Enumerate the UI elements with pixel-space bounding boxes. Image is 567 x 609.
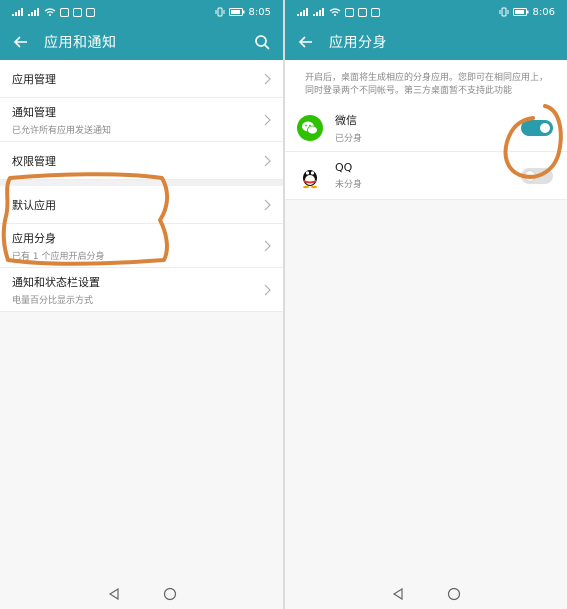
triangle-back-icon	[392, 587, 403, 601]
status-icons-right: 8:06	[499, 7, 555, 18]
app-bar: 应用和通知	[0, 24, 283, 60]
app-twin-state: 未分身	[335, 180, 363, 190]
item-title: 默认应用	[12, 198, 56, 212]
page-title: 应用和通知	[44, 35, 117, 51]
item-title: 通知管理	[12, 105, 56, 119]
item-title: 通知和状态栏设置	[12, 275, 100, 289]
app-twin-item-qq[interactable]: QQ 未分身	[285, 152, 567, 200]
back-button[interactable]	[295, 31, 317, 53]
app-text: QQ 未分身	[335, 161, 362, 190]
circle-home-icon	[447, 587, 461, 601]
chevron-right-icon	[264, 240, 271, 251]
page-title: 应用分身	[329, 35, 387, 51]
item-subtitle: 已有 1 个应用开启分身	[12, 251, 105, 262]
nav-home-button[interactable]	[446, 586, 462, 602]
status-icons-left	[297, 7, 380, 17]
settings-item-app-twin[interactable]: 应用分身 已有 1 个应用开启分身	[0, 224, 283, 268]
back-arrow-icon	[13, 36, 27, 48]
notification-app-icon	[358, 7, 367, 17]
nav-home-button[interactable]	[162, 586, 178, 602]
chevron-right-icon	[264, 155, 271, 166]
app-text: 微信 已分身	[335, 112, 362, 144]
app-name: 微信	[335, 113, 357, 127]
triangle-back-icon	[108, 587, 119, 601]
nav-back-button[interactable]	[106, 586, 122, 602]
toggle-knob	[540, 122, 550, 133]
navigation-bar	[0, 579, 283, 609]
item-title: 应用管理	[12, 72, 56, 86]
app-twin-item-wechat[interactable]: 微信 已分身	[285, 104, 567, 152]
toggle-knob	[524, 169, 536, 182]
search-button[interactable]	[251, 31, 273, 53]
status-time: 8:06	[532, 6, 555, 18]
back-arrow-icon	[298, 36, 312, 48]
vibrate-icon	[499, 7, 509, 17]
wechat-icon	[297, 114, 323, 141]
settings-item-app-management[interactable]: 应用管理	[0, 60, 283, 98]
vibrate-icon	[215, 7, 225, 17]
signal-icon	[12, 8, 23, 16]
notification-app-icon	[86, 7, 95, 17]
settings-item-default-apps[interactable]: 默认应用	[0, 186, 283, 224]
wifi-icon	[329, 8, 341, 16]
item-subtitle: 电量百分比显示方式	[12, 295, 94, 306]
signal-icon	[28, 8, 39, 16]
qq-twin-toggle[interactable]	[521, 167, 553, 184]
chevron-right-icon	[264, 73, 271, 84]
nav-back-button[interactable]	[390, 586, 406, 602]
app-name: QQ	[335, 161, 353, 174]
notification-app-icon	[60, 7, 69, 17]
settings-item-notification-management[interactable]: 通知管理 已允许所有应用发送通知	[0, 98, 283, 142]
navigation-bar	[285, 579, 567, 609]
item-subtitle: 已允许所有应用发送通知	[12, 125, 112, 136]
back-button[interactable]	[10, 31, 32, 53]
notification-app-icon	[73, 7, 82, 17]
battery-icon	[228, 8, 245, 16]
wechat-twin-toggle[interactable]	[521, 119, 553, 136]
app-twin-state: 已分身	[335, 133, 363, 144]
status-icons-right: 8:05	[215, 7, 271, 18]
settings-list: 应用管理 通知管理 已允许所有应用发送通知 权限管理 默认应用 应用分身 已有 …	[0, 60, 283, 312]
search-icon	[255, 35, 270, 50]
notification-app-icon	[345, 7, 354, 17]
app-twin-screen: 8:06 应用分身 开启后，桌面将生成相应的分身应用。您即可在相同应用上，同时登…	[285, 0, 567, 609]
battery-icon	[512, 8, 529, 16]
wifi-icon	[44, 8, 56, 16]
notification-app-icon	[371, 7, 380, 17]
app-bar: 应用分身	[285, 24, 567, 60]
status-time: 8:05	[248, 6, 271, 18]
status-bar: 8:05	[0, 0, 283, 24]
signal-icon	[297, 8, 308, 16]
signal-icon	[313, 8, 324, 16]
app-notifications-screen: 8:05 应用和通知 应用管理 通知管理 已允许所有应用发送通知 权限管理 默认…	[0, 0, 283, 609]
status-icons-left	[12, 7, 95, 17]
chevron-right-icon	[264, 284, 271, 295]
circle-home-icon	[163, 587, 176, 601]
feature-description: 开启后，桌面将生成相应的分身应用。您即可在相同应用上，同时登录两个不同帐号。第三…	[285, 60, 567, 104]
qq-icon	[303, 169, 317, 188]
settings-item-permission-management[interactable]: 权限管理	[0, 142, 283, 180]
item-title: 应用分身	[12, 231, 56, 245]
chevron-right-icon	[264, 114, 271, 125]
item-title: 权限管理	[12, 154, 56, 168]
status-bar: 8:06	[285, 0, 567, 24]
chevron-right-icon	[264, 199, 271, 210]
settings-item-notification-status-bar[interactable]: 通知和状态栏设置 电量百分比显示方式	[0, 268, 283, 312]
